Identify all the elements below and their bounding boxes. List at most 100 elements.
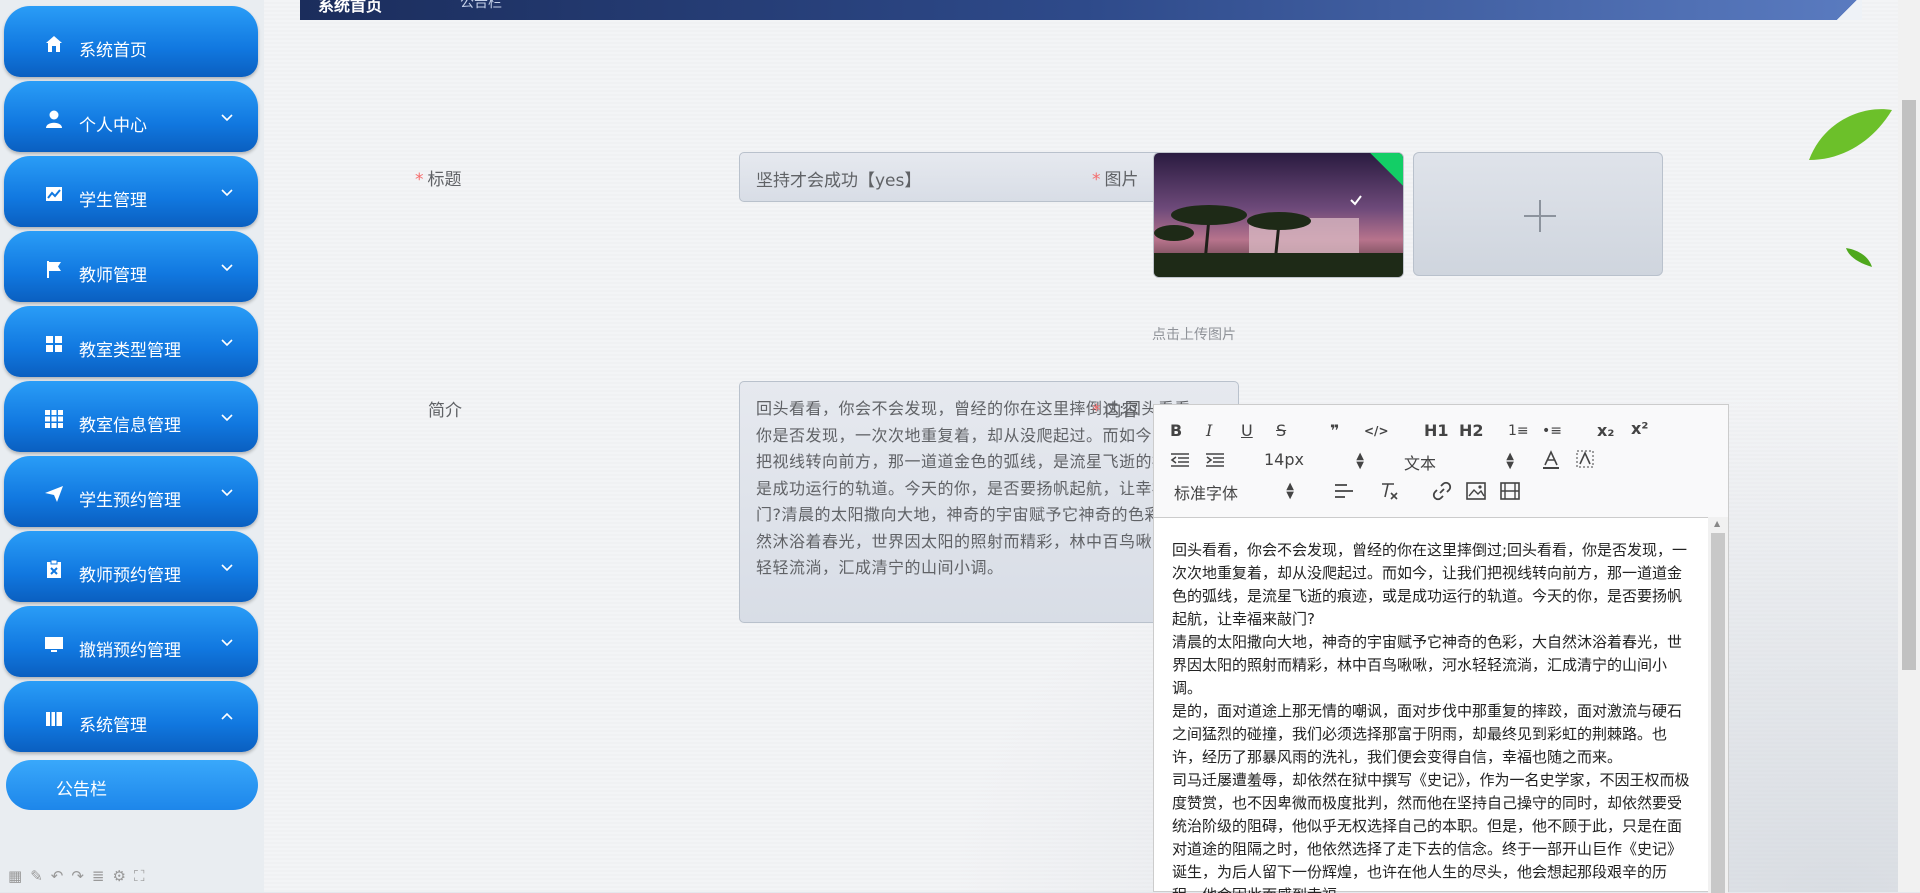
editor-scrollbar-thumb[interactable] xyxy=(1711,533,1725,893)
editor-paragraph: 回头看看，你会不会发现，曾经的你在这里摔倒过;回头看看，你是否发现，一次次地重复… xyxy=(1172,541,1688,628)
sidebar-item-teacher-management[interactable]: 教师管理 xyxy=(4,231,258,302)
header2-button[interactable]: H2 xyxy=(1459,420,1484,442)
chevron-down-icon xyxy=(221,489,233,497)
chevron-down-icon xyxy=(221,114,233,122)
video-icon[interactable] xyxy=(1500,482,1520,500)
flag-icon xyxy=(47,261,61,278)
intro-label: 简介 xyxy=(428,401,462,421)
grid-icon[interactable]: ▦ xyxy=(8,867,22,885)
subscript-button[interactable]: x₂ xyxy=(1597,420,1614,442)
editor-toolbar: B I U S ❞ </> H1 H2 1≡ •≡ x₂ x² 14px ▲ ▼ … xyxy=(1154,405,1728,518)
sidebar-item-student-booking[interactable]: 学生预约管理 xyxy=(4,456,258,527)
image-icon[interactable] xyxy=(1466,482,1486,500)
font-family-value: 标准字体 xyxy=(1174,484,1239,503)
chart-icon xyxy=(46,187,62,201)
sidebar-item-label: 个人中心 xyxy=(79,116,147,136)
editor-paragraph: 清晨的太阳撒向大地，神奇的宇宙赋予它神奇的色彩，大自然沐浴着春光，世界因太阳的照… xyxy=(1172,633,1683,697)
font-family-select[interactable]: 标准字体 ▲ ▼ xyxy=(1174,480,1294,504)
sidebar: 系统首页 个人中心 学生管理 教师管理 教室类型管理 教室信息管理 学生预约管理… xyxy=(0,0,264,892)
outdent-icon[interactable] xyxy=(1170,452,1190,468)
mini-toolbar: ▦ ✎ ↶ ↷ ≣ ⚙ ⛶ xyxy=(0,860,264,892)
sidebar-item-label: 学生预约管理 xyxy=(79,491,181,511)
page-scrollbar-thumb[interactable] xyxy=(1902,100,1916,670)
chevron-down-icon xyxy=(221,564,233,572)
sidebar-item-home[interactable]: 系统首页 xyxy=(4,6,258,77)
book-icon xyxy=(46,712,62,726)
strike-button[interactable]: S xyxy=(1276,420,1286,442)
settings-icon[interactable]: ⚙ xyxy=(113,867,126,885)
upload-tip: 点击上传图片 xyxy=(1152,327,1236,343)
editor-content[interactable]: 回头看看，你会不会发现，曾经的你在这里摔倒过;回头看看，你是否发现，一次次地重复… xyxy=(1154,517,1709,893)
rich-text-editor: B I U S ❞ </> H1 H2 1≡ •≡ x₂ x² 14px ▲ ▼ … xyxy=(1153,404,1729,893)
send-icon xyxy=(45,486,63,502)
sidebar-item-label: 系统管理 xyxy=(79,716,147,736)
underline-button[interactable]: U xyxy=(1241,420,1253,442)
apps-icon xyxy=(45,410,63,428)
content-label: * 内容 xyxy=(1092,401,1139,421)
header-select[interactable]: 文本 ▲ ▼ xyxy=(1404,450,1514,474)
chevron-down-icon xyxy=(221,339,233,347)
editor-paragraph: 司马迁屡遭羞辱，却依然在狱中撰写《史记》，作为一名史学家，不因王权而极度赞赏，也… xyxy=(1172,771,1690,893)
background-color-icon[interactable] xyxy=(1576,450,1594,470)
sidebar-item-label: 教师预约管理 xyxy=(79,566,181,586)
indent-icon[interactable] xyxy=(1205,452,1225,468)
check-icon xyxy=(1350,195,1362,206)
fullscreen-icon[interactable]: ⛶ xyxy=(134,867,145,885)
sidebar-item-label: 学生管理 xyxy=(79,191,147,211)
sidebar-item-label: 教室信息管理 xyxy=(79,416,181,436)
superscript-button[interactable]: x² xyxy=(1631,418,1648,440)
breadcrumb-current: 公告栏 xyxy=(460,0,502,11)
sidebar-item-system-management[interactable]: 系统管理 xyxy=(4,681,258,752)
redo-icon[interactable]: ↷ xyxy=(71,867,84,885)
upload-button[interactable] xyxy=(1413,152,1663,276)
font-color-icon[interactable] xyxy=(1542,450,1560,470)
image-label: * 图片 xyxy=(1092,170,1139,190)
leaf-decoration xyxy=(1809,109,1892,160)
header1-button[interactable]: H1 xyxy=(1424,420,1449,442)
link-icon[interactable] xyxy=(1432,481,1452,501)
page-scrollbar[interactable] xyxy=(1898,0,1920,892)
font-size-value: 14px xyxy=(1264,450,1304,469)
select-arrows-icon: ▲ ▼ xyxy=(1506,451,1514,471)
title-label: * 标题 xyxy=(415,170,462,190)
chevron-down-icon xyxy=(221,189,233,197)
scroll-up-icon[interactable]: ▲ xyxy=(1714,519,1720,528)
header-select-value: 文本 xyxy=(1404,454,1437,473)
code-block-button[interactable]: </> xyxy=(1364,420,1389,442)
ordered-list-button[interactable]: 1≡ xyxy=(1508,420,1529,442)
sidebar-item-personal-center[interactable]: 个人中心 xyxy=(4,81,258,152)
editor-scrollbar[interactable]: ▲ xyxy=(1708,517,1728,893)
bullet-list-button[interactable]: •≡ xyxy=(1542,420,1562,442)
sidebar-item-label: 教室类型管理 xyxy=(79,341,181,361)
intro-text: 回头看看，你会不会发现，曾经的你在这里摔倒过;回头看看，你是否发现，一次次地重复… xyxy=(756,399,1219,577)
photo-scene xyxy=(1154,205,1403,277)
editor-paragraph: 是的，面对道途上那无情的嘲讽，面对步伐中那重复的摔跤，面对激流与硬石之间猛烈的碰… xyxy=(1172,702,1683,766)
select-arrows-icon: ▲ ▼ xyxy=(1286,481,1294,501)
sidebar-subitem-label: 公告栏 xyxy=(56,780,107,800)
sidebar-item-classroom-type[interactable]: 教室类型管理 xyxy=(4,306,258,377)
sidebar-item-teacher-booking[interactable]: 教师预约管理 xyxy=(4,531,258,602)
sidebar-item-cancel-booking[interactable]: 撤销预约管理 xyxy=(4,606,258,677)
user-icon xyxy=(46,110,62,128)
breadcrumb-home[interactable]: 系统首页 xyxy=(318,0,382,16)
clear-format-icon[interactable] xyxy=(1379,481,1399,501)
undo-icon[interactable]: ↶ xyxy=(51,867,64,885)
monitor-icon xyxy=(45,637,63,652)
chevron-up-icon xyxy=(221,712,233,720)
format-icon[interactable]: ✎ xyxy=(30,867,43,885)
leaf-decoration-small xyxy=(1846,248,1872,267)
font-size-select[interactable]: 14px ▲ ▼ xyxy=(1264,450,1364,472)
chevron-down-icon xyxy=(221,414,233,422)
sidebar-item-classroom-info[interactable]: 教室信息管理 xyxy=(4,381,258,452)
sidebar-item-student-management[interactable]: 学生管理 xyxy=(4,156,258,227)
bold-button[interactable]: B xyxy=(1170,420,1182,442)
text-icon[interactable]: ≣ xyxy=(92,867,105,885)
sidebar-subitem-notice-board[interactable]: 公告栏 xyxy=(6,760,258,810)
clipboard-icon xyxy=(47,559,61,578)
sidebar-item-label: 系统首页 xyxy=(79,41,147,61)
uploaded-image[interactable] xyxy=(1153,152,1404,278)
blockquote-button[interactable]: ❞ xyxy=(1330,420,1339,442)
select-arrows-icon: ▲ ▼ xyxy=(1356,451,1364,471)
align-icon[interactable] xyxy=(1334,483,1354,499)
italic-button[interactable]: I xyxy=(1206,420,1212,442)
